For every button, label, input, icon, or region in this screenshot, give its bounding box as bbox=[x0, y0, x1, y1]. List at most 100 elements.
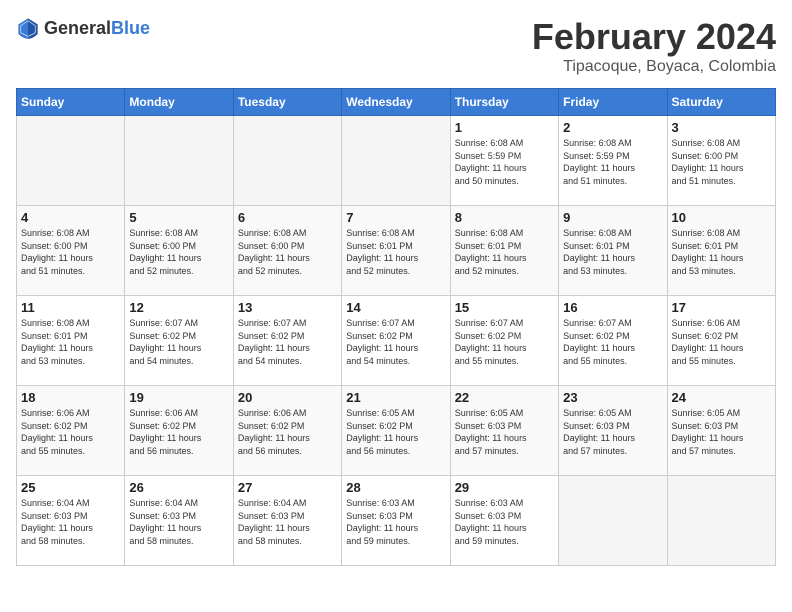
table-row: 8 Sunrise: 6:08 AM Sunset: 6:01 PM Daylig… bbox=[450, 206, 558, 296]
table-row bbox=[559, 476, 667, 566]
table-row: 12Sunrise: 6:07 AM Sunset: 6:02 PM Dayli… bbox=[125, 296, 233, 386]
calendar-week-row: 25Sunrise: 6:04 AM Sunset: 6:03 PM Dayli… bbox=[17, 476, 776, 566]
day-info: Sunrise: 6:08 AM Sunset: 6:00 PM Dayligh… bbox=[21, 227, 120, 277]
day-info: Sunrise: 6:07 AM Sunset: 6:02 PM Dayligh… bbox=[455, 317, 554, 367]
day-number: 24 bbox=[672, 390, 771, 405]
day-number: 23 bbox=[563, 390, 662, 405]
day-number: 20 bbox=[238, 390, 337, 405]
day-info: Sunrise: 6:06 AM Sunset: 6:02 PM Dayligh… bbox=[129, 407, 228, 457]
calendar-table: Sunday Monday Tuesday Wednesday Thursday… bbox=[16, 88, 776, 566]
day-info: Sunrise: 6:04 AM Sunset: 6:03 PM Dayligh… bbox=[129, 497, 228, 547]
day-info: Sunrise: 6:08 AM Sunset: 6:01 PM Dayligh… bbox=[346, 227, 445, 277]
table-row: 14 Sunrise: 6:07 AM Sunset: 6:02 PM Dayli… bbox=[342, 296, 450, 386]
day-number: 5 bbox=[129, 210, 228, 225]
day-number: 8 bbox=[455, 210, 554, 225]
page-header: GeneralBlue February 2024 Tipacoque, Boy… bbox=[16, 16, 776, 76]
table-row: 26 Sunrise: 6:04 AM Sunset: 6:03 PM Dayli… bbox=[125, 476, 233, 566]
table-row bbox=[125, 116, 233, 206]
table-row: 25Sunrise: 6:04 AM Sunset: 6:03 PM Dayli… bbox=[17, 476, 125, 566]
day-number: 7 bbox=[346, 210, 445, 225]
day-info: Sunrise: 6:05 AM Sunset: 6:02 PM Dayligh… bbox=[346, 407, 445, 457]
day-number: 17 bbox=[672, 300, 771, 315]
table-row: 20 Sunrise: 6:06 AM Sunset: 6:02 PM Dayli… bbox=[233, 386, 341, 476]
day-number: 15 bbox=[455, 300, 554, 315]
day-number: 29 bbox=[455, 480, 554, 495]
day-number: 22 bbox=[455, 390, 554, 405]
table-row bbox=[667, 476, 775, 566]
weekday-header-row: Sunday Monday Tuesday Wednesday Thursday… bbox=[17, 89, 776, 116]
day-info: Sunrise: 6:03 AM Sunset: 6:03 PM Dayligh… bbox=[346, 497, 445, 547]
title-section: February 2024 Tipacoque, Boyaca, Colombi… bbox=[532, 16, 776, 76]
table-row: 10 Sunrise: 6:08 AM Sunset: 6:01 PM Dayli… bbox=[667, 206, 775, 296]
table-row: 5 Sunrise: 6:08 AM Sunset: 6:00 PM Daylig… bbox=[125, 206, 233, 296]
day-info: Sunrise: 6:05 AM Sunset: 6:03 PM Dayligh… bbox=[672, 407, 771, 457]
day-number: 19 bbox=[129, 390, 228, 405]
logo: GeneralBlue bbox=[16, 16, 150, 40]
header-saturday: Saturday bbox=[667, 89, 775, 116]
day-info: Sunrise: 6:08 AM Sunset: 5:59 PM Dayligh… bbox=[563, 137, 662, 187]
day-info: Sunrise: 6:03 AM Sunset: 6:03 PM Dayligh… bbox=[455, 497, 554, 547]
table-row: 17 Sunrise: 6:06 AM Sunset: 6:02 PM Dayli… bbox=[667, 296, 775, 386]
calendar-week-row: 18Sunrise: 6:06 AM Sunset: 6:02 PM Dayli… bbox=[17, 386, 776, 476]
logo-general: General bbox=[44, 18, 111, 38]
table-row: 9 Sunrise: 6:08 AM Sunset: 6:01 PM Daylig… bbox=[559, 206, 667, 296]
logo-icon bbox=[16, 16, 40, 40]
table-row bbox=[342, 116, 450, 206]
table-row: 29 Sunrise: 6:03 AM Sunset: 6:03 PM Dayli… bbox=[450, 476, 558, 566]
day-number: 9 bbox=[563, 210, 662, 225]
day-number: 2 bbox=[563, 120, 662, 135]
calendar-header: Sunday Monday Tuesday Wednesday Thursday… bbox=[17, 89, 776, 116]
header-wednesday: Wednesday bbox=[342, 89, 450, 116]
day-number: 10 bbox=[672, 210, 771, 225]
table-row bbox=[233, 116, 341, 206]
calendar-week-row: 4 Sunrise: 6:08 AM Sunset: 6:00 PM Daylig… bbox=[17, 206, 776, 296]
day-number: 11 bbox=[21, 300, 120, 315]
day-number: 26 bbox=[129, 480, 228, 495]
calendar-title: February 2024 bbox=[532, 16, 776, 58]
day-number: 13 bbox=[238, 300, 337, 315]
header-friday: Friday bbox=[559, 89, 667, 116]
table-row: 22 Sunrise: 6:05 AM Sunset: 6:03 PM Dayli… bbox=[450, 386, 558, 476]
day-info: Sunrise: 6:08 AM Sunset: 6:00 PM Dayligh… bbox=[129, 227, 228, 277]
header-tuesday: Tuesday bbox=[233, 89, 341, 116]
table-row: 21 Sunrise: 6:05 AM Sunset: 6:02 PM Dayli… bbox=[342, 386, 450, 476]
day-info: Sunrise: 6:06 AM Sunset: 6:02 PM Dayligh… bbox=[21, 407, 120, 457]
day-info: Sunrise: 6:08 AM Sunset: 5:59 PM Dayligh… bbox=[455, 137, 554, 187]
day-info: Sunrise: 6:08 AM Sunset: 6:01 PM Dayligh… bbox=[672, 227, 771, 277]
day-info: Sunrise: 6:06 AM Sunset: 6:02 PM Dayligh… bbox=[238, 407, 337, 457]
table-row: 11 Sunrise: 6:08 AM Sunset: 6:01 PM Dayli… bbox=[17, 296, 125, 386]
calendar-week-row: 1 Sunrise: 6:08 AM Sunset: 5:59 PM Daylig… bbox=[17, 116, 776, 206]
day-number: 14 bbox=[346, 300, 445, 315]
day-number: 3 bbox=[672, 120, 771, 135]
day-info: Sunrise: 6:08 AM Sunset: 6:01 PM Dayligh… bbox=[21, 317, 120, 367]
day-number: 27 bbox=[238, 480, 337, 495]
day-info: Sunrise: 6:07 AM Sunset: 6:02 PM Dayligh… bbox=[129, 317, 228, 367]
day-info: Sunrise: 6:04 AM Sunset: 6:03 PM Dayligh… bbox=[21, 497, 120, 547]
day-info: Sunrise: 6:08 AM Sunset: 6:01 PM Dayligh… bbox=[455, 227, 554, 277]
calendar-subtitle: Tipacoque, Boyaca, Colombia bbox=[532, 58, 776, 76]
day-info: Sunrise: 6:06 AM Sunset: 6:02 PM Dayligh… bbox=[672, 317, 771, 367]
table-row: 27Sunrise: 6:04 AM Sunset: 6:03 PM Dayli… bbox=[233, 476, 341, 566]
table-row: 7 Sunrise: 6:08 AM Sunset: 6:01 PM Daylig… bbox=[342, 206, 450, 296]
day-info: Sunrise: 6:07 AM Sunset: 6:02 PM Dayligh… bbox=[238, 317, 337, 367]
day-info: Sunrise: 6:07 AM Sunset: 6:02 PM Dayligh… bbox=[346, 317, 445, 367]
day-info: Sunrise: 6:08 AM Sunset: 6:01 PM Dayligh… bbox=[563, 227, 662, 277]
logo-blue: Blue bbox=[111, 18, 150, 38]
calendar-week-row: 11 Sunrise: 6:08 AM Sunset: 6:01 PM Dayli… bbox=[17, 296, 776, 386]
day-info: Sunrise: 6:05 AM Sunset: 6:03 PM Dayligh… bbox=[563, 407, 662, 457]
calendar-body: 1 Sunrise: 6:08 AM Sunset: 5:59 PM Daylig… bbox=[17, 116, 776, 566]
day-info: Sunrise: 6:05 AM Sunset: 6:03 PM Dayligh… bbox=[455, 407, 554, 457]
header-thursday: Thursday bbox=[450, 89, 558, 116]
day-info: Sunrise: 6:07 AM Sunset: 6:02 PM Dayligh… bbox=[563, 317, 662, 367]
day-number: 16 bbox=[563, 300, 662, 315]
day-number: 28 bbox=[346, 480, 445, 495]
day-number: 21 bbox=[346, 390, 445, 405]
table-row: 2 Sunrise: 6:08 AM Sunset: 5:59 PM Daylig… bbox=[559, 116, 667, 206]
day-number: 4 bbox=[21, 210, 120, 225]
table-row: 3Sunrise: 6:08 AM Sunset: 6:00 PM Daylig… bbox=[667, 116, 775, 206]
day-info: Sunrise: 6:08 AM Sunset: 6:00 PM Dayligh… bbox=[238, 227, 337, 277]
table-row bbox=[17, 116, 125, 206]
table-row: 24 Sunrise: 6:05 AM Sunset: 6:03 PM Dayli… bbox=[667, 386, 775, 476]
day-number: 1 bbox=[455, 120, 554, 135]
table-row: 23 Sunrise: 6:05 AM Sunset: 6:03 PM Dayli… bbox=[559, 386, 667, 476]
